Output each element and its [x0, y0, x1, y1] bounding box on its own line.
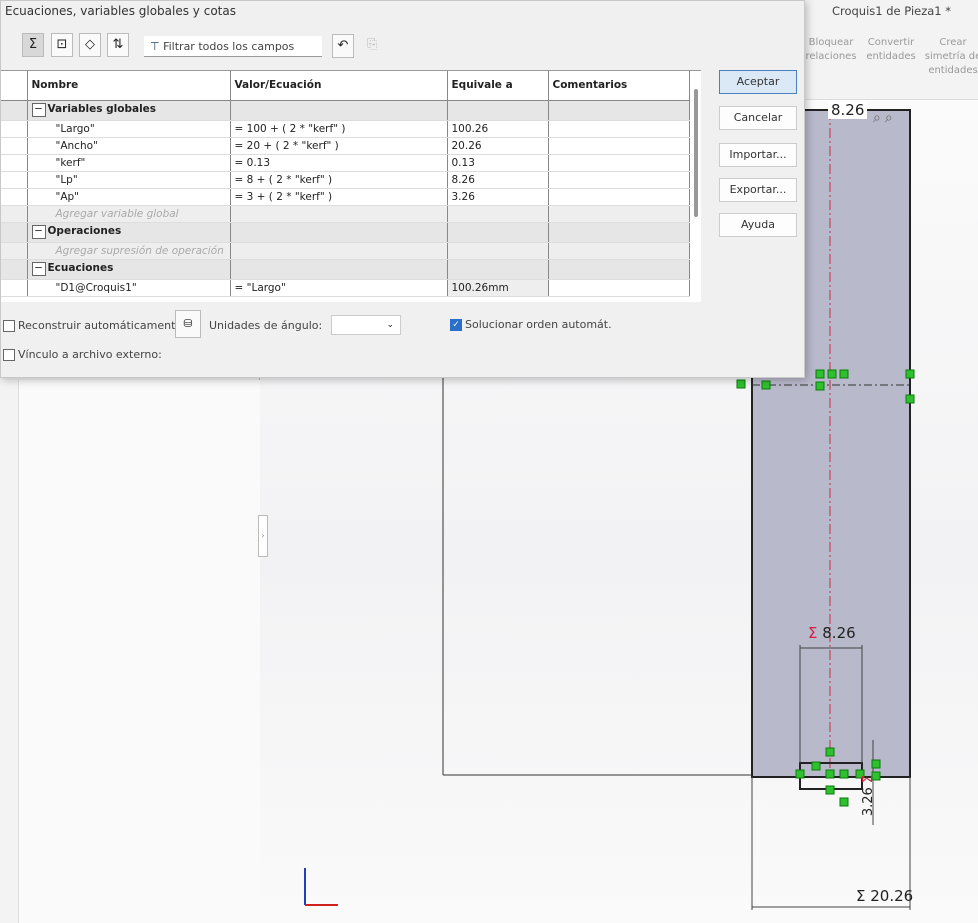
group-equations: − Ecuaciones [1, 259, 690, 280]
equations-table: Nombre Valor/Ecuación Equivale a Comentario… [1, 70, 701, 302]
accept-button[interactable]: Aceptar [719, 70, 797, 94]
table-row: "Lp" = 8 + ( 2 * "kerf" ) 8.26 [1, 171, 690, 189]
cancel-button[interactable]: Cancelar [719, 106, 797, 130]
dimension-view-button[interactable]: ◇ [79, 33, 101, 57]
command-manager: Croquis1 de Pieza1 * Bloquear relaciones… [805, 0, 978, 100]
lock-relations-button[interactable]: Bloquear relaciones [803, 36, 859, 64]
chevron-down-icon: ⌄ [386, 320, 394, 330]
add-variable-row[interactable]: Agregar variable global [1, 205, 690, 223]
filter-icon: ⊤ [150, 40, 160, 53]
undo-button[interactable]: ↶ [332, 34, 354, 58]
group-variables: − Variables globales [1, 100, 690, 121]
filter-input[interactable]: ⊤ Filtrar todos los campos [144, 36, 322, 57]
collapse-icon[interactable]: − [31, 103, 46, 117]
export-button[interactable]: Exportar... [719, 178, 797, 202]
table-row: "D1@Croquis1" = "Largo" 100.26mm [1, 279, 690, 297]
window-title: Croquis1 de Pieza1 * [831, 4, 952, 18]
table-row: "Ap" = 3 + ( 2 * "kerf" ) 3.26 [1, 188, 690, 206]
solve-order-checkbox[interactable]: ✓ Solucionar orden automát. [450, 318, 612, 331]
add-suppression-row[interactable]: Agregar supresión de operación [1, 242, 690, 260]
redo-icon[interactable]: ⎘ [367, 37, 377, 52]
zoom-fit-icon: ⌕ [873, 110, 885, 126]
import-button[interactable]: Importar... [719, 143, 797, 167]
dimension-lp-mid[interactable]: Σ 8.26 [808, 624, 856, 642]
auto-rebuild-checkbox[interactable]: Reconstruir automáticamente [3, 319, 182, 332]
rebuild-icon: ⛁ [183, 317, 193, 330]
table-scrollbar[interactable] [694, 89, 698, 217]
group-operations: − Operaciones [1, 222, 690, 243]
equation-view-button[interactable]: Σ [22, 33, 44, 57]
collapse-icon[interactable]: − [31, 225, 46, 239]
table-row: "kerf" = 0.13 0.13 [1, 154, 690, 172]
dimension-lp-top[interactable]: 8.26 [828, 101, 868, 119]
link-file-checkbox[interactable]: Vínculo a archivo externo: [3, 348, 162, 361]
table-row: "Ancho" = 20 + ( 2 * "kerf" ) 20.26 [1, 137, 690, 155]
dialog-title: Ecuaciones, variables globales y cotas [5, 4, 236, 18]
help-button[interactable]: Ayuda [719, 213, 797, 237]
zoom-area-icon: ⌕ [884, 110, 897, 126]
table-row: "Largo" = 100 + ( 2 * "kerf" ) 100.26 [1, 120, 690, 138]
angle-units-label: Unidades de ángulo: [209, 319, 323, 332]
rebuild-button[interactable]: ⛁ [175, 310, 201, 338]
dimension-ap[interactable]: 3.26 Σ [861, 775, 876, 816]
equations-dialog: Ecuaciones, variables globales y cotas Σ… [0, 0, 805, 378]
collapse-icon[interactable]: − [31, 262, 46, 276]
angle-units-select[interactable]: ⌄ [331, 315, 401, 335]
view-toolbar[interactable]: ⌕⌕ [873, 110, 897, 126]
dimension-width[interactable]: Σ 20.26 [856, 887, 913, 905]
sketch-equation-view-button[interactable]: ⊡ [51, 33, 73, 57]
ordered-view-button[interactable]: ⇅ [107, 33, 129, 57]
convert-entities-button[interactable]: Convertir entidades [861, 36, 921, 64]
mirror-entities-button[interactable]: Crear simetría de entidades [923, 36, 978, 78]
